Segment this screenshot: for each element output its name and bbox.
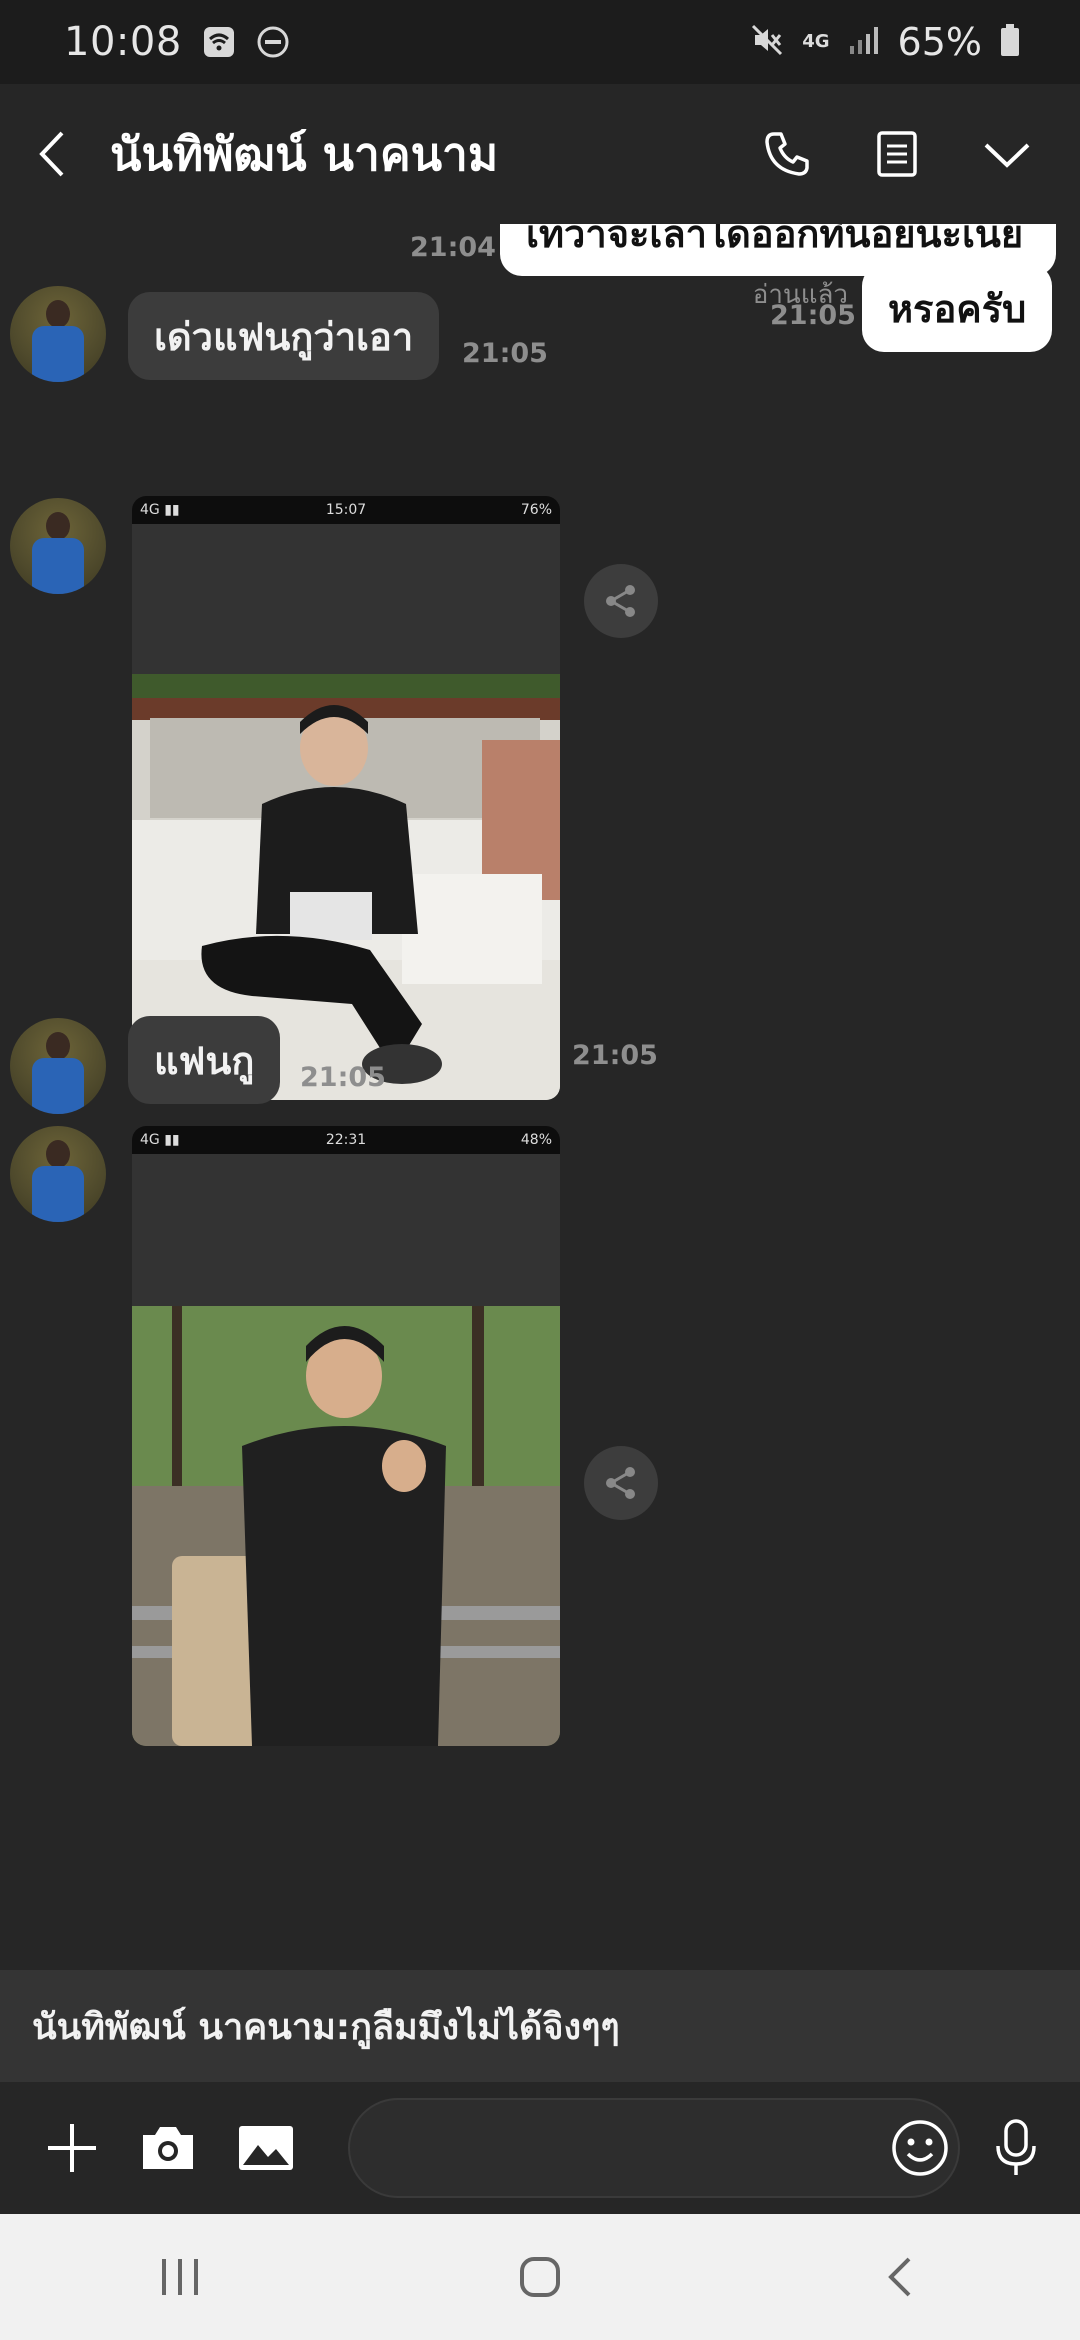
message-list[interactable]: 21:04 เทวาจะเล่าไดออกทีนอยนะเนย เด่วแฟนก… bbox=[0, 224, 1080, 1970]
share-icon bbox=[606, 1467, 635, 1499]
chat-screen: 10:08 4G 65% นันทิพัฒน์ นาคนาม 21:04 เทว… bbox=[0, 0, 1080, 2340]
message-text: หรอครับ bbox=[888, 286, 1027, 331]
back-icon bbox=[888, 2257, 911, 2297]
header-actions bbox=[732, 99, 1062, 209]
status-time: 10:08 bbox=[64, 19, 182, 65]
incoming-message-bubble[interactable]: เด่วแฟนกูว่าเอา bbox=[128, 292, 440, 380]
screenshot-status-bar: 4G ▮▮ 22:31 48% bbox=[132, 1126, 560, 1154]
screenshot-time: 22:31 bbox=[325, 1132, 367, 1148]
message-timestamp: 21:05 bbox=[462, 338, 548, 369]
back-button[interactable] bbox=[0, 84, 104, 224]
status-right: 4G 65% bbox=[750, 20, 1020, 64]
add-button[interactable] bbox=[32, 2108, 112, 2188]
outgoing-message-bubble[interactable]: หรอครับ bbox=[862, 264, 1053, 352]
message-input[interactable] bbox=[348, 2098, 960, 2198]
notes-button[interactable] bbox=[842, 99, 952, 209]
plus-icon bbox=[48, 2124, 96, 2172]
signal-icon bbox=[848, 24, 880, 60]
emoji-icon bbox=[892, 2120, 948, 2176]
banner-text: นันทิพัฒน์ นาคนาม:กูลืมมึงไม่ได้จิงๆๆ bbox=[32, 2006, 620, 2048]
battery-percent: 65% bbox=[897, 20, 982, 64]
contact-avatar[interactable] bbox=[10, 498, 106, 594]
message-text: เทวาจะเล่าไดออกทีนอยนะเนย bbox=[526, 224, 1024, 256]
mute-icon bbox=[750, 23, 784, 61]
system-back-button[interactable] bbox=[840, 2227, 960, 2327]
contact-avatar[interactable] bbox=[10, 286, 106, 382]
message-timestamp: 21:04 bbox=[410, 232, 496, 263]
message-preview-banner[interactable]: นันทิพัฒน์ นาคนาม:กูลืมมึงไม่ได้จิงๆๆ bbox=[0, 1970, 1080, 2082]
chevron-left-icon bbox=[39, 131, 64, 177]
camera-button[interactable] bbox=[128, 2108, 208, 2188]
message-timestamp: 21:05 bbox=[770, 300, 856, 331]
battery-icon bbox=[1000, 23, 1020, 61]
recent-apps-icon bbox=[162, 2259, 198, 2295]
status-bar: 10:08 4G 65% bbox=[0, 0, 1080, 84]
photo bbox=[132, 1306, 560, 1746]
message-timestamp: 21:05 bbox=[300, 1062, 386, 1093]
chat-title: นันทิพัฒน์ นาคนาม bbox=[110, 126, 499, 181]
chat-header: นันทิพัฒน์ นาคนาม bbox=[0, 84, 1080, 224]
share-button[interactable] bbox=[584, 564, 658, 638]
home-icon bbox=[520, 2257, 560, 2297]
phone-icon bbox=[765, 132, 809, 176]
wifi-calling-icon bbox=[202, 25, 236, 59]
gallery-button[interactable] bbox=[226, 2108, 306, 2188]
menu-expand-button[interactable] bbox=[952, 99, 1062, 209]
contact-avatar[interactable] bbox=[10, 1018, 106, 1114]
share-button[interactable] bbox=[584, 1446, 658, 1520]
screenshot-status-bar: 4G ▮▮ 15:07 76% bbox=[132, 496, 560, 524]
system-navigation-bar bbox=[0, 2214, 1080, 2340]
recent-apps-button[interactable] bbox=[120, 2227, 240, 2327]
message-timestamp: 21:05 bbox=[572, 1040, 658, 1071]
image-message[interactable]: 4G ▮▮ 15:07 76% bbox=[132, 496, 560, 1100]
image-icon bbox=[239, 2126, 293, 2170]
message-text: เด่วแฟนกูว่าเอา bbox=[154, 314, 414, 359]
image-message[interactable]: 4G ▮▮ 22:31 48% bbox=[132, 1126, 560, 1746]
voice-button[interactable] bbox=[976, 2108, 1056, 2188]
message-text: แฟนกู bbox=[154, 1038, 255, 1083]
contact-avatar[interactable] bbox=[10, 1126, 106, 1222]
notes-icon bbox=[877, 131, 917, 177]
camera-icon bbox=[143, 2127, 193, 2169]
do-not-disturb-icon bbox=[256, 25, 290, 59]
home-button[interactable] bbox=[480, 2227, 600, 2327]
network-type: 4G bbox=[802, 31, 830, 52]
emoji-button[interactable] bbox=[880, 2108, 960, 2188]
call-button[interactable] bbox=[732, 99, 842, 209]
microphone-icon bbox=[996, 2119, 1036, 2175]
incoming-message-bubble[interactable]: แฟนกู bbox=[128, 1016, 281, 1104]
message-composer bbox=[0, 2082, 1080, 2214]
screenshot-time: 15:07 bbox=[325, 502, 367, 518]
chevron-down-icon bbox=[984, 143, 1030, 168]
share-icon bbox=[606, 585, 635, 617]
